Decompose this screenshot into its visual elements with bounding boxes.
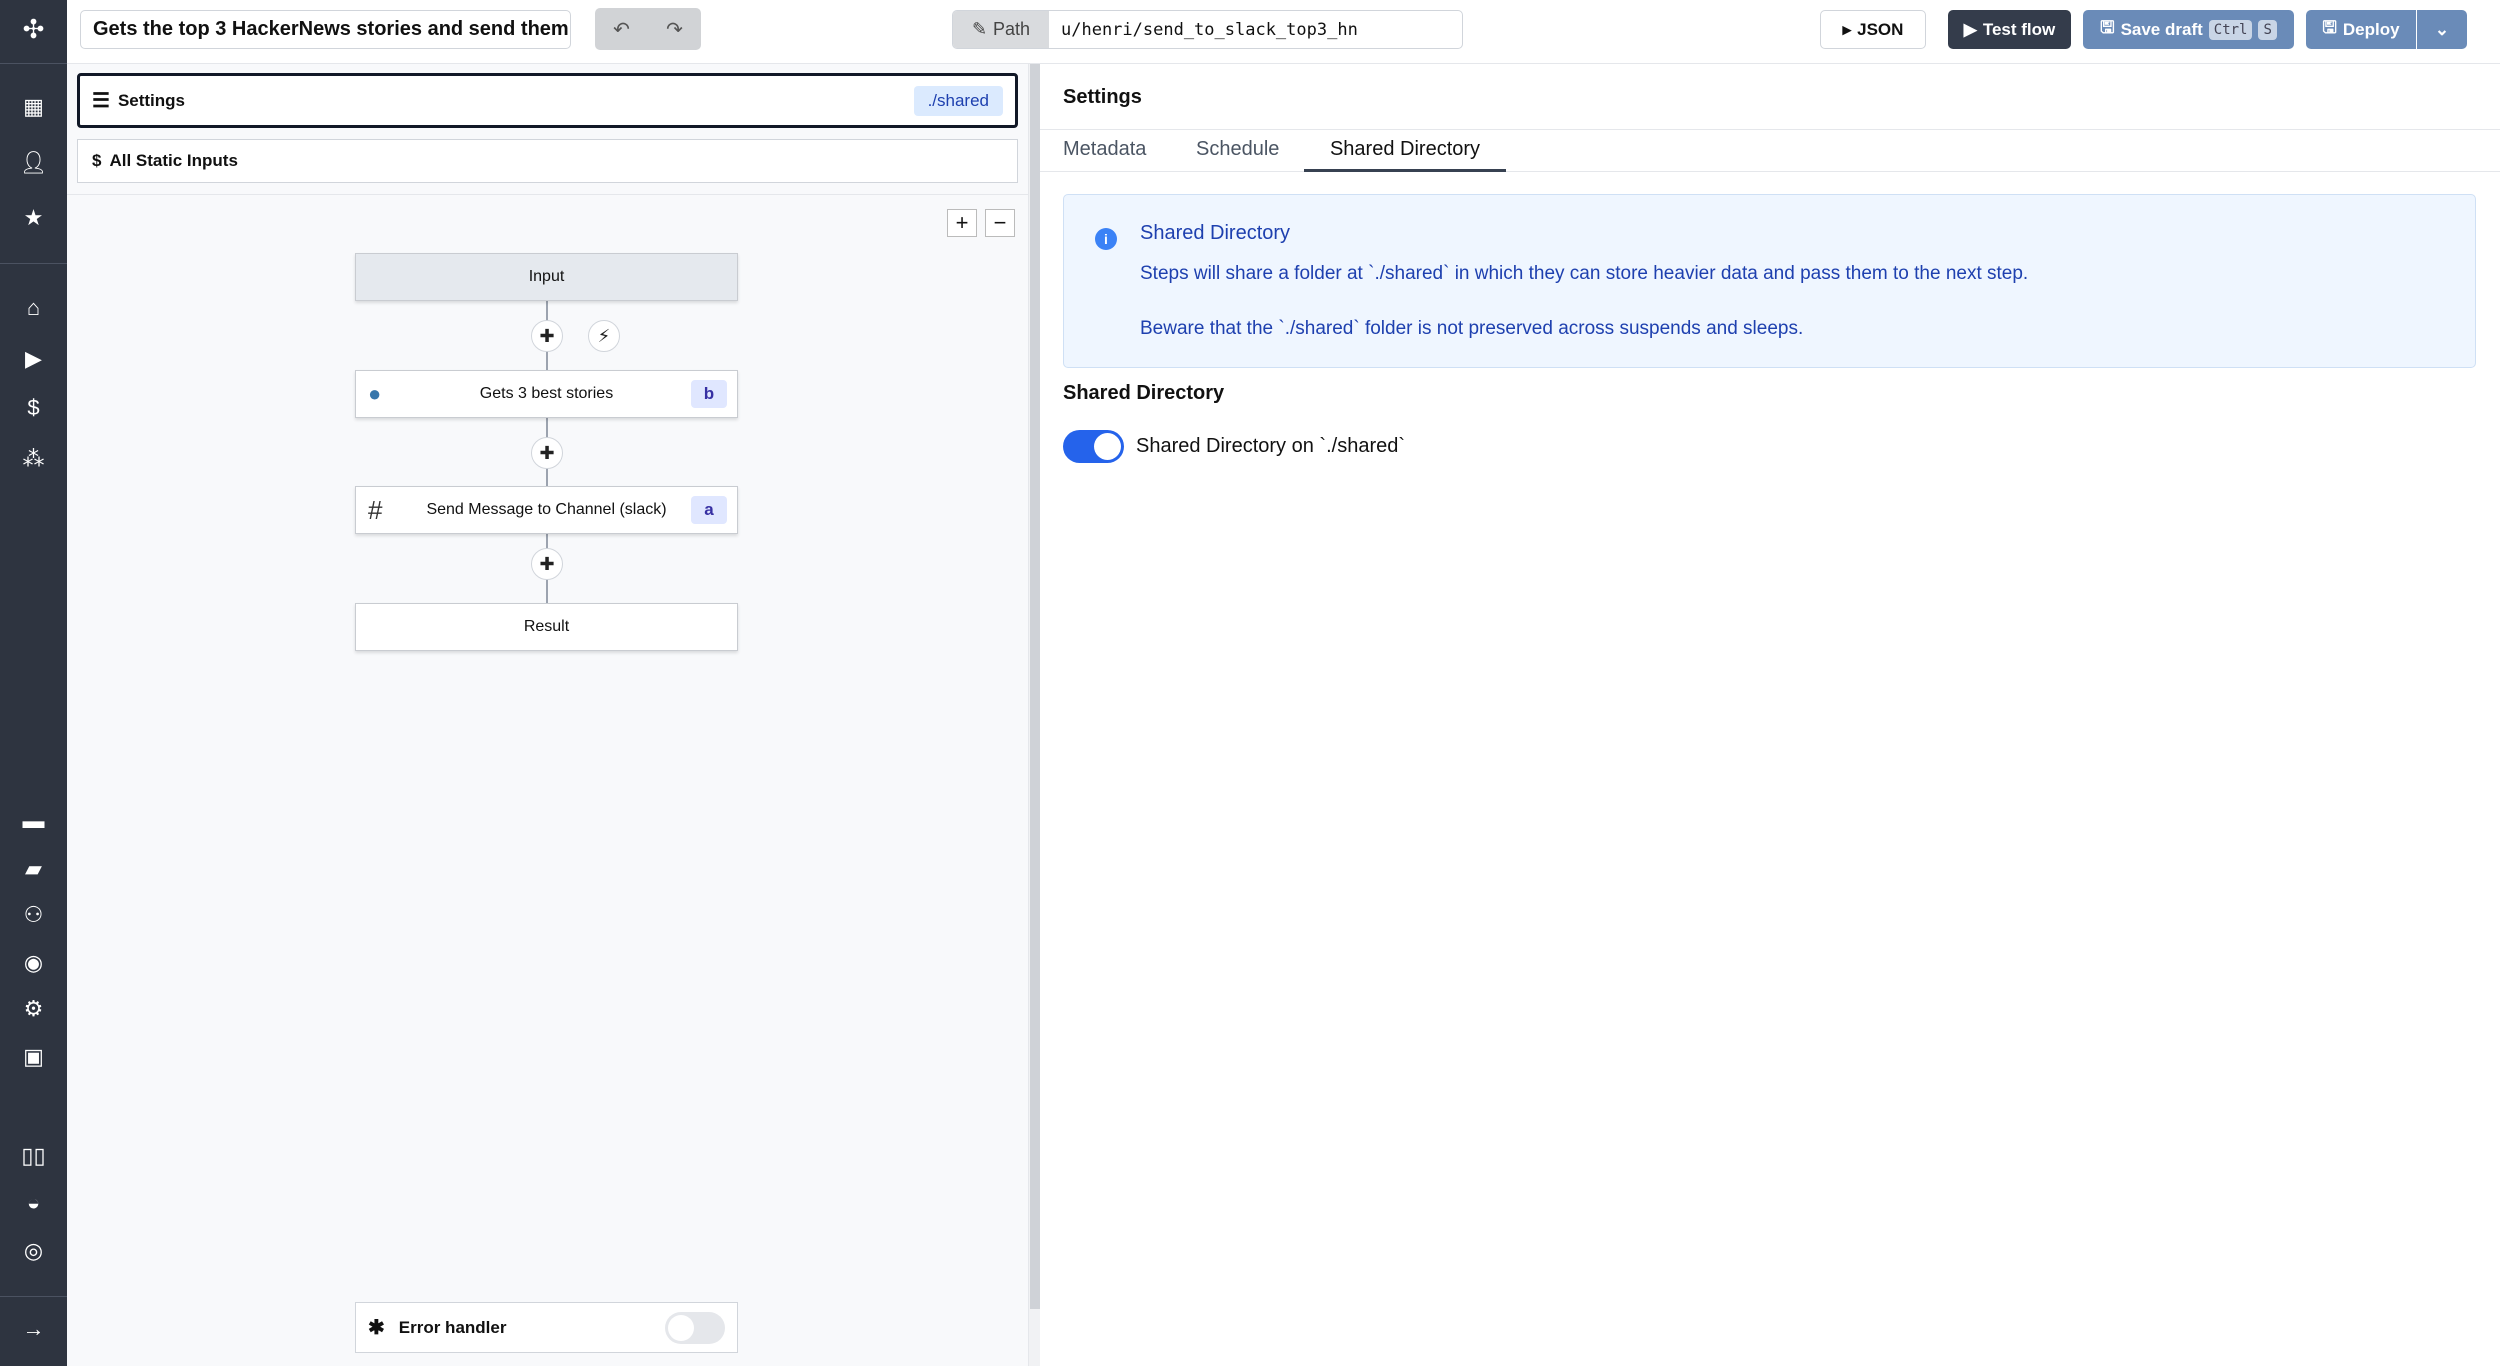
groups-icon[interactable]: ⚇: [0, 900, 67, 930]
top-bar: Gets the top 3 HackerNews stories and se…: [67, 0, 2500, 64]
node-gets-3-best-stories[interactable]: ● Gets 3 best stories b: [355, 370, 738, 418]
json-button[interactable]: ▸ JSON: [1820, 10, 1926, 49]
error-handler-item[interactable]: ✱ Error handler: [355, 1302, 738, 1353]
divider: [0, 263, 67, 264]
sidebar: ✣ ▦ 👤︎ ★ ⌂ ▶ $ ⁂ ▬ ▰ ⚇ ◉ ⚙ ▣ ▯▯ ◒ ◎ →: [0, 0, 67, 1366]
section-title: Shared Directory: [1063, 382, 1225, 404]
bot-icon[interactable]: ▣: [0, 1042, 67, 1072]
divider: [1040, 171, 2500, 172]
dollar-icon: $: [92, 151, 102, 170]
zoom-out-button[interactable]: −: [985, 209, 1015, 237]
dollar-icon[interactable]: $: [0, 393, 67, 423]
resources-icon[interactable]: ⁂: [0, 444, 67, 474]
tab-metadata[interactable]: Metadata: [1063, 138, 1146, 161]
info-title: Shared Directory: [1140, 222, 1291, 244]
docs-book-icon[interactable]: ▯▯: [0, 1141, 67, 1171]
star-icon[interactable]: ★: [0, 203, 67, 233]
zoom-in-button[interactable]: +: [947, 209, 977, 237]
node-send-message-slack[interactable]: # Send Message to Channel (slack) a: [355, 486, 738, 534]
path-input[interactable]: u/henri/send_to_slack_top3_hn: [1049, 11, 1358, 48]
settings-panel: Settings Metadata Schedule Shared Direct…: [1040, 64, 2500, 1366]
settings-item[interactable]: ☰ Settings ./shared: [77, 73, 1018, 128]
file-export-icon: ▸: [1842, 19, 1852, 39]
expand-arrow-icon[interactable]: →: [0, 1314, 67, 1344]
info-text: Beware that the `./shared` folder is not…: [1140, 318, 1804, 339]
deploy-button[interactable]: 🖫︎ Deploy: [2306, 10, 2416, 49]
runs-icon[interactable]: ▶: [0, 344, 67, 374]
schedule-icon[interactable]: ▬: [0, 806, 67, 836]
github-icon[interactable]: ◎: [0, 1236, 67, 1266]
undo-icon[interactable]: ↶: [613, 17, 630, 42]
test-flow-button[interactable]: ▶ Test flow: [1948, 10, 2071, 49]
error-handler-toggle[interactable]: [665, 1311, 725, 1344]
info-alert: i Shared Directory Steps will share a fo…: [1063, 194, 2476, 368]
divider: [0, 1296, 67, 1297]
slack-icon: #: [368, 495, 383, 525]
shared-directory-toggle[interactable]: [1063, 430, 1124, 463]
pencil-icon: ✎: [971, 19, 988, 39]
divider: [0, 63, 67, 64]
path-field[interactable]: ✎ Path u/henri/send_to_slack_top3_hn: [952, 10, 1463, 49]
tab-shared-directory[interactable]: Shared Directory: [1304, 138, 1506, 172]
flow-editor-panel: ☰ Settings ./shared $ All Static Inputs + …: [67, 64, 1028, 1366]
shared-badge: ./shared: [913, 85, 1003, 116]
folder-icon[interactable]: ▰: [0, 854, 67, 884]
save-icon: 🖫︎: [2100, 18, 2115, 37]
scripts-icon[interactable]: ▦: [0, 92, 67, 122]
add-step-button[interactable]: ✚: [531, 548, 563, 580]
save-icon: 🖫︎: [2322, 18, 2337, 37]
deploy-dropdown-button[interactable]: ⌄: [2417, 10, 2467, 49]
info-text: Steps will share a folder at `./shared` …: [1140, 263, 2029, 284]
kbd-s: S: [2258, 19, 2277, 40]
undo-redo-group: ↶ ↷: [595, 8, 701, 50]
chevron-down-icon: ⌄: [2434, 19, 2450, 39]
python-icon: ●: [368, 381, 382, 406]
flow-title-text: Gets the top 3 HackerNews stories and se…: [93, 18, 569, 40]
discord-icon[interactable]: ◒: [0, 1188, 67, 1218]
divider: [1040, 129, 2500, 130]
step-id-badge: a: [691, 496, 727, 524]
sliders-icon: ☰: [92, 90, 110, 112]
step-id-badge: b: [691, 380, 727, 408]
user-icon[interactable]: 👤︎: [0, 148, 67, 178]
all-static-inputs-item[interactable]: $ All Static Inputs: [77, 139, 1018, 183]
play-icon: ▶: [1963, 19, 1977, 39]
path-label: ✎ Path: [953, 11, 1049, 48]
flow-title-input[interactable]: Gets the top 3 HackerNews stories and se…: [80, 10, 571, 49]
settings-gear-icon[interactable]: ⚙: [0, 994, 67, 1024]
add-step-button[interactable]: ✚: [531, 320, 563, 352]
lightning-trigger-button[interactable]: ⚡︎: [588, 320, 620, 352]
add-step-button[interactable]: ✚: [531, 437, 563, 469]
panel-title: Settings: [1063, 86, 1142, 108]
windmill-logo-icon[interactable]: ✣: [0, 14, 67, 44]
node-input[interactable]: Input: [355, 253, 738, 301]
node-result[interactable]: Result: [355, 603, 738, 651]
bug-icon: ✱: [368, 1317, 385, 1339]
kbd-ctrl: Ctrl: [2208, 19, 2253, 40]
divider: [67, 194, 1028, 195]
info-icon: i: [1095, 228, 1117, 250]
save-draft-button[interactable]: 🖫︎ Save draft Ctrl S: [2083, 10, 2294, 49]
panel-resize-handle[interactable]: [1028, 64, 1040, 1366]
audit-eye-icon[interactable]: ◉: [0, 948, 67, 978]
home-icon[interactable]: ⌂: [0, 293, 67, 323]
redo-icon[interactable]: ↷: [666, 17, 683, 42]
tab-schedule[interactable]: Schedule: [1196, 138, 1279, 161]
toggle-label: Shared Directory on `./shared`: [1136, 435, 1406, 457]
